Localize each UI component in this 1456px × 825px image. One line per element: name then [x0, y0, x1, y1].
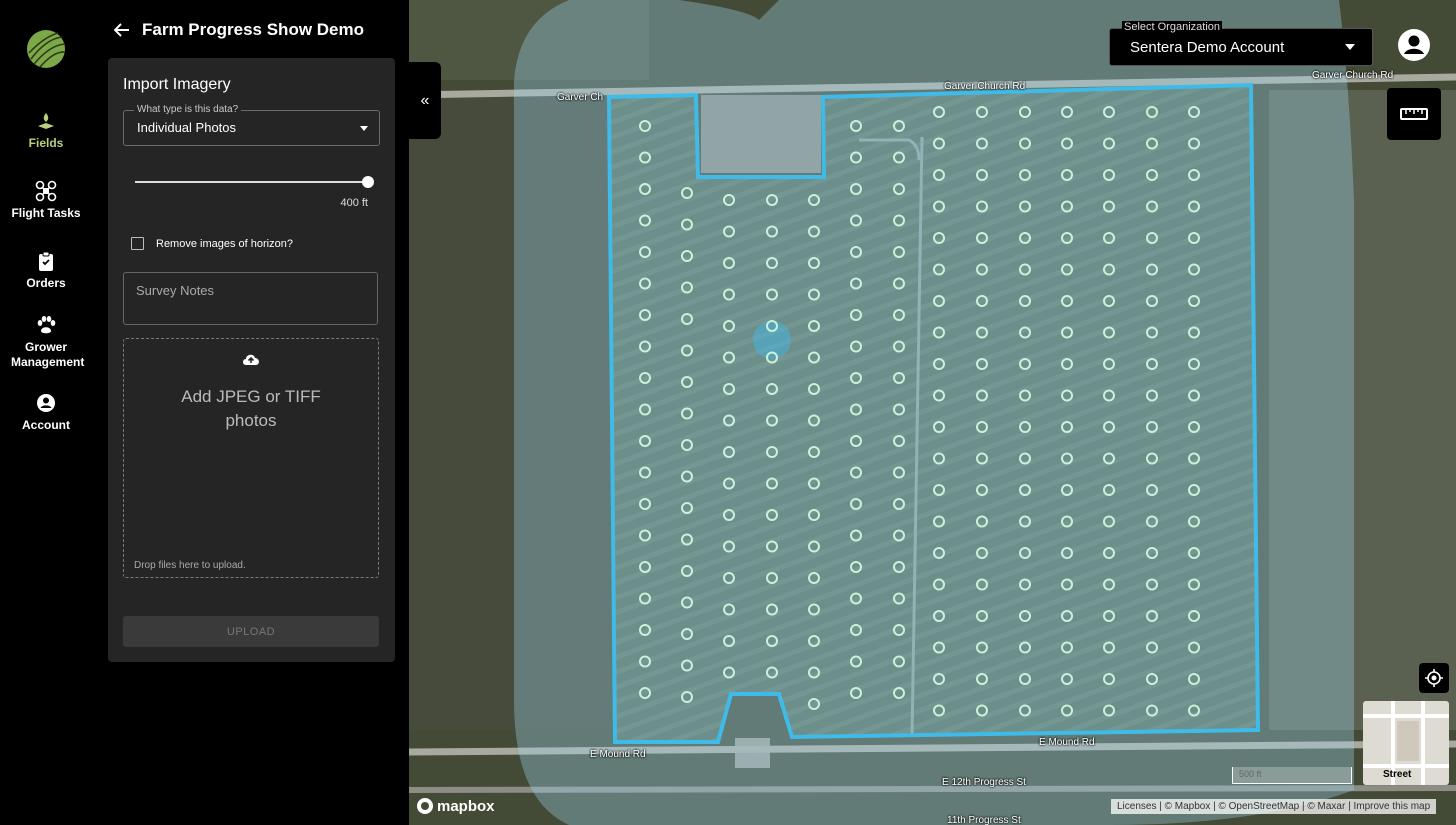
map-canvas[interactable]	[409, 0, 1456, 825]
dropzone-title: Add JPEG or TIFF photos	[181, 387, 321, 430]
import-panel: Farm Progress Show Demo Import Imagery W…	[92, 0, 409, 825]
road-label: Garver Ch	[557, 92, 604, 103]
altitude-value: 400 ft	[340, 197, 368, 209]
import-imagery-card: Import Imagery What type is this data? I…	[108, 58, 395, 662]
map-attribution[interactable]: Licenses | © Mapbox | © OpenStreetMap | …	[1111, 799, 1437, 814]
data-type-select[interactable]: What type is this data? Individual Photo…	[123, 104, 380, 146]
sentera-logo-icon[interactable]	[26, 29, 66, 69]
photo-dropzone[interactable]: Add JPEG or TIFF photos Drop files here …	[123, 338, 379, 578]
cloud-upload-icon	[243, 354, 259, 365]
data-type-label: What type is this data?	[134, 104, 242, 115]
data-type-value: Individual Photos	[137, 120, 237, 135]
double-chevron-left-icon: «	[420, 91, 430, 109]
caret-down-icon	[1345, 44, 1355, 50]
caret-down-icon	[360, 126, 368, 131]
remove-horizon-checkbox[interactable]	[131, 237, 144, 250]
back-button[interactable]	[108, 16, 136, 44]
dropzone-hint: Drop files here to upload.	[134, 560, 246, 571]
field-boundary[interactable]	[606, 82, 1261, 744]
mapbox-logo-icon	[417, 798, 433, 814]
nav-item-account[interactable]: Account	[0, 392, 92, 432]
road-label: Garver Church Rd	[944, 81, 1026, 92]
nav-item-label: Account	[22, 418, 70, 432]
road-label: E Mound Rd	[590, 749, 646, 760]
ruler-icon	[1400, 108, 1428, 120]
paw-icon	[37, 316, 56, 334]
panel-header: Farm Progress Show Demo	[108, 12, 364, 48]
card-heading: Import Imagery	[123, 76, 231, 93]
nav-item-fields[interactable]: Fields	[0, 110, 92, 150]
survey-notes-input[interactable]	[123, 272, 378, 325]
mapbox-logo[interactable]: mapbox	[416, 797, 495, 815]
organization-value: Sentera Demo Account	[1130, 39, 1285, 56]
mapbox-logo-text: mapbox	[437, 797, 495, 815]
street-style-label: Street	[1383, 769, 1412, 780]
field-icon	[38, 113, 54, 129]
measure-button[interactable]	[1387, 88, 1441, 140]
scale-label: 500 ft	[1239, 769, 1262, 779]
account-circle-icon	[37, 394, 55, 412]
altitude-slider[interactable]	[135, 176, 374, 188]
page-title: Farm Progress Show Demo	[142, 20, 365, 39]
map-scale: 500 ft	[1232, 767, 1352, 784]
nav-rail: Fields Flight Tasks Orders Grower Manage…	[0, 0, 92, 825]
nav-item-grower-management[interactable]: Grower Management	[0, 314, 92, 370]
slider-thumb[interactable]	[362, 176, 374, 188]
nav-item-label: Fields	[28, 136, 64, 150]
road-label: E 12th Progress St	[942, 777, 1026, 788]
organization-select[interactable]: Select Organization Sentera Demo Account	[1109, 21, 1373, 66]
road-label: Garver Church Rd	[1312, 70, 1394, 81]
nav-item-orders[interactable]: Orders	[0, 250, 92, 290]
slider-track	[135, 181, 369, 183]
user-avatar-icon[interactable]	[1397, 28, 1431, 62]
road-label: 11th Progress St	[947, 815, 1021, 825]
arrow-left-icon	[114, 23, 129, 37]
map-view[interactable]: Garver Ch Garver Church Rd Garver Church…	[409, 0, 1456, 825]
collapse-panel-button[interactable]: «	[409, 62, 441, 139]
remove-horizon-label: Remove images of horizon?	[156, 237, 293, 250]
street-style-toggle[interactable]: Street	[1363, 701, 1449, 785]
clipboard-icon	[39, 251, 53, 271]
nav-item-flight-tasks[interactable]: Flight Tasks	[0, 180, 92, 220]
organization-label: Select Organization	[1122, 21, 1222, 33]
road-label: E Mound Rd	[1039, 737, 1095, 748]
crosshair-icon	[1425, 669, 1443, 687]
upload-button[interactable]: UPLOAD	[123, 616, 379, 647]
drone-icon	[35, 180, 57, 202]
nav-item-label: Orders	[26, 276, 66, 290]
geolocate-button[interactable]	[1419, 663, 1449, 693]
nav-item-label: Grower Management	[11, 340, 85, 369]
remove-horizon-row: Remove images of horizon?	[131, 237, 293, 250]
nav-item-label: Flight Tasks	[11, 206, 81, 220]
